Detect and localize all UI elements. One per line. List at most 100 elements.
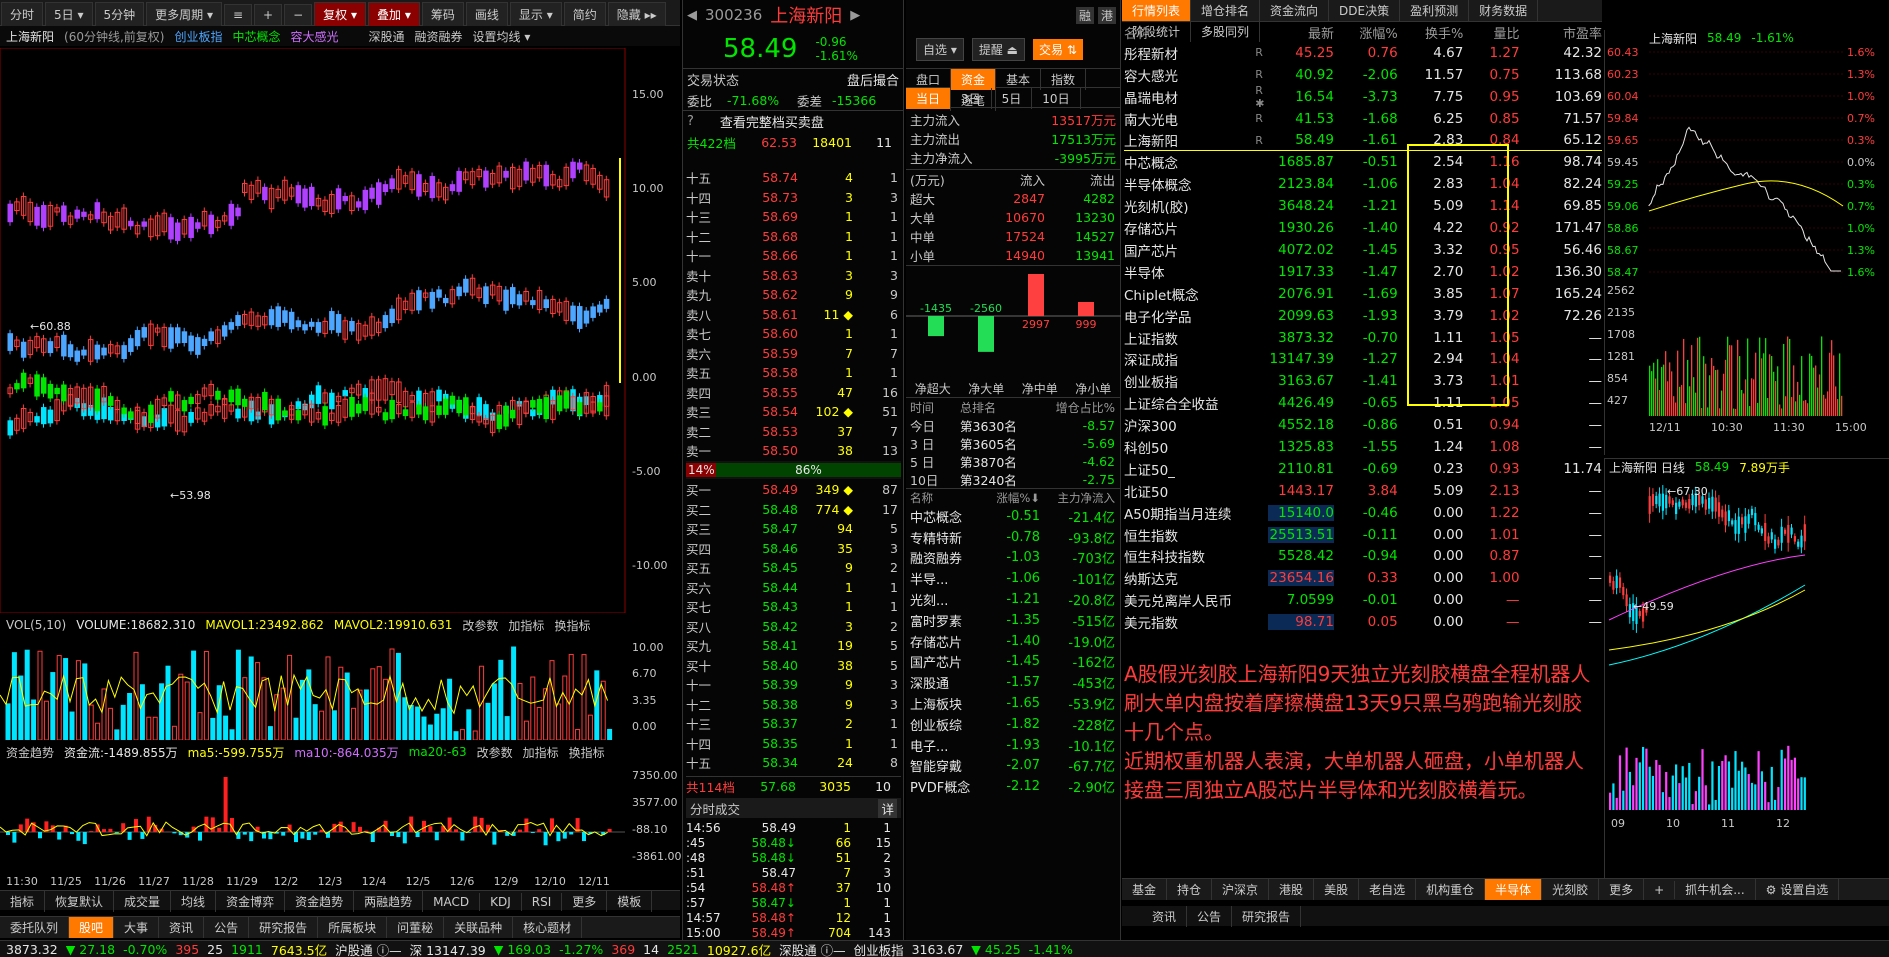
quote-tab-3[interactable]: DDE决策 — [1329, 0, 1401, 21]
sector-tab-4[interactable]: 美股 — [1314, 879, 1360, 900]
sector-row[interactable]: PVDF概念 -2.12 -2.90亿 — [910, 776, 1116, 797]
quote-row[interactable]: 光刻机(胶) 3648.24 -1.21 5.09 1.14 69.85 — [1124, 195, 1602, 217]
quote-row[interactable]: 上证综合全收益 4426.49 -0.65 1.11 1.05— — [1124, 392, 1602, 414]
sector-row[interactable]: 深股通 -1.57 -453亿 — [910, 672, 1116, 693]
quote-row[interactable]: 国产芯片 4072.02 -1.45 3.32 0.95 56.46 — [1124, 239, 1602, 261]
quote-row[interactable]: 创业板指 3163.67 -1.41 3.73 1.01— — [1124, 370, 1602, 392]
sector-row[interactable]: 电子... -1.93 -10.1亿 — [910, 735, 1116, 756]
sector-row[interactable]: 智能穿戴 -2.07 -67.7亿 — [910, 756, 1116, 777]
ask-row[interactable]: 十一 58.66 1 1 — [686, 246, 901, 266]
quote-row[interactable]: 北证50 1443.17 3.84 5.09 2.13 — — [1124, 480, 1602, 502]
ask-row[interactable]: 卖八 58.61 11 ◆ 6 — [686, 305, 901, 325]
sector-tab-5[interactable]: 老自选 — [1359, 879, 1417, 900]
indicator-tab-4[interactable]: 资金博弈 — [216, 891, 286, 912]
bid-row[interactable]: 买六 58.44 1 1 — [686, 578, 901, 598]
vol-change-indicator[interactable]: 换指标 — [554, 617, 590, 634]
sector-tab-0[interactable]: 基金 — [1122, 879, 1168, 900]
quote-row[interactable]: 美元指数 98.71 0.05 0.00 — — — [1124, 611, 1602, 633]
qh-turnover[interactable]: 换手% — [1398, 23, 1463, 42]
toolbar-item2-3[interactable]: 简约 — [563, 2, 606, 27]
toolbar-item-0[interactable]: 分时 — [1, 2, 44, 27]
day-tab-3[interactable]: 10日 — [1032, 88, 1081, 109]
bottom-tab-8[interactable]: 关联品种 — [444, 917, 514, 938]
ask-row[interactable]: 十三 58.69 1 1 — [686, 207, 901, 227]
toolbar-active-1[interactable]: 叠加 ▾ — [368, 2, 420, 27]
quote-row[interactable]: 科创50 1325.83 -1.55 1.24 1.08 — — [1124, 436, 1602, 458]
trade-button[interactable]: 交易 ⇅ — [1033, 38, 1083, 60]
sector-tab-6[interactable]: 机构重仓 — [1416, 879, 1486, 900]
right-bottom-tab-1[interactable]: 公告 — [1187, 906, 1233, 927]
quote-row[interactable]: 上证50_ 2110.81 -0.69 0.23 0.93 11.74 — [1124, 458, 1602, 480]
quote-row[interactable]: 中芯概念 1685.87 -0.51 2.54 1.16 98.74 — [1124, 151, 1602, 173]
indicator-tab-2[interactable]: 成交量 — [114, 891, 172, 912]
toolbar-item-2[interactable]: 5分钟 — [94, 2, 145, 27]
indicator-tab-3[interactable]: 均线 — [171, 891, 217, 912]
toolbar-item2-4[interactable]: 隐藏 ▸▸ — [607, 2, 666, 27]
indicator-tab-8[interactable]: KDJ — [480, 893, 522, 911]
quote-row[interactable]: 恒生科技指数 5528.42 -0.94 0.00 0.87 — — [1124, 545, 1602, 567]
bottom-tab-0[interactable]: 委托队列 — [0, 917, 70, 938]
sector-tab-2[interactable]: 沪深京 — [1212, 879, 1270, 900]
ask-row[interactable]: 卖二 58.53 37 7 — [686, 422, 901, 442]
bid-row[interactable]: 十一 58.39 9 3 — [686, 675, 901, 695]
bid-row[interactable]: 买二 58.48 774 ◆ 17 — [686, 500, 901, 520]
vol-add-indicator[interactable]: 加指标 — [508, 617, 544, 634]
qh-name[interactable]: 名称 — [1124, 23, 1255, 42]
bid-row[interactable]: 十四 58.35 1 1 — [686, 734, 901, 754]
sector-tab-9[interactable]: 更多 — [1599, 879, 1645, 900]
sector-row[interactable]: 融资融券 -1.03 -703亿 — [910, 548, 1116, 569]
sector-head[interactable]: 涨幅%⬇ — [980, 490, 1040, 506]
toolbar-item2-2[interactable]: 显示 ▾ — [509, 2, 562, 27]
ask-row[interactable]: 卖六 58.59 7 7 — [686, 344, 901, 364]
bottom-tab-9[interactable]: 核心题材 — [513, 917, 583, 938]
sector-tab-12[interactable]: ⚙ 设置自选 — [1756, 879, 1840, 900]
right-bottom-tab-0[interactable]: 资讯 — [1142, 906, 1188, 927]
ask-row[interactable]: 十二 58.68 1 1 — [686, 227, 901, 247]
fund-add-indicator[interactable]: 加指标 — [523, 744, 559, 761]
quote-row[interactable]: 恒生指数 25513.51 -0.11 0.00 1.01 — — [1124, 524, 1602, 546]
overlay-smic-concept[interactable]: 中芯概念 — [232, 28, 280, 45]
ask-row[interactable]: 卖十 58.63 3 3 — [686, 266, 901, 286]
right-bottom-tab-2[interactable]: 研究报告 — [1232, 906, 1302, 927]
quote-row[interactable]: 上海新阳 R 58.49 -1.61 2.83 0.84 65.12 — [1124, 130, 1602, 152]
quote-row[interactable]: 晶瑞电材 R ✱ 16.54 -3.73 7.75 0.95 103.69 — [1124, 84, 1602, 110]
toolbar-active-0[interactable]: 复权 ▾ — [314, 2, 367, 27]
quote-row[interactable]: 深证成指 13147.39 -1.27 2.94 1.04— — [1124, 348, 1602, 370]
sector-head[interactable]: 主力净流入 — [1040, 490, 1116, 506]
bottom-tab-3[interactable]: 资讯 — [159, 917, 205, 938]
prev-stock-icon[interactable]: ◀ — [687, 8, 697, 23]
next-stock-icon[interactable]: ▶ — [850, 8, 860, 23]
bid-row[interactable]: 买一 58.49 349 ◆ 87 — [686, 480, 901, 500]
bottom-tab-1[interactable]: 股吧 — [69, 917, 115, 938]
sector-row[interactable]: 半导... -1.06 -101亿 — [910, 568, 1116, 589]
sector-row[interactable]: 存储芯片 -1.40 -19.0亿 — [910, 631, 1116, 652]
sector-tab-8[interactable]: 光刻胶 — [1542, 879, 1600, 900]
indicator-tab-10[interactable]: 更多 — [562, 891, 608, 912]
fund-tab-0[interactable]: 盘口 — [906, 69, 952, 90]
link-sz-connect[interactable]: 深股通 — [369, 28, 405, 45]
bottom-tab-4[interactable]: 公告 — [204, 917, 250, 938]
ask-row[interactable]: 十四 58.73 3 3 — [686, 188, 901, 208]
quote-row[interactable]: 容大感光 R 40.92 -2.06 11.57 0.75 113.68 — [1124, 64, 1602, 86]
bid-row[interactable]: 买八 58.42 3 2 — [686, 617, 901, 637]
ask-row[interactable]: 卖一 58.50 38 13 — [686, 441, 901, 461]
indicator-tab-1[interactable]: 恢复默认 — [45, 891, 115, 912]
toolbar-icon-1[interactable]: + — [254, 4, 283, 26]
toolbar-item-1[interactable]: 5日 ▾ — [45, 2, 93, 27]
bid-row[interactable]: 买七 58.43 1 1 — [686, 597, 901, 617]
daily-mini-chart[interactable]: 上海新阳 日线 58.49 7.89万手 ←67.30 ←49.59 09 10 11 1… — [1604, 458, 1889, 878]
sector-row[interactable]: 富时罗素 -1.35 -515亿 — [910, 610, 1116, 631]
sector-row[interactable]: 专精特新 -0.78 -93.8亿 — [910, 527, 1116, 548]
day-tab-0[interactable]: 当日 — [906, 88, 952, 109]
quote-tab-2[interactable]: 资金流向 — [1260, 0, 1330, 21]
bottom-tab-6[interactable]: 所属板块 — [318, 917, 388, 938]
ask-row[interactable]: 卖四 58.55 47 16 — [686, 383, 901, 403]
sector-tab-3[interactable]: 港股 — [1269, 879, 1315, 900]
sector-tab-1[interactable]: 持仓 — [1167, 879, 1213, 900]
bid-row[interactable]: 买五 58.45 9 2 — [686, 558, 901, 578]
indicator-tab-6[interactable]: 两融趋势 — [354, 891, 424, 912]
quote-row[interactable]: 南大光电 R 41.53 -1.68 6.25 0.85 71.57 — [1124, 108, 1602, 130]
sector-tab-10[interactable]: + — [1644, 881, 1676, 899]
fund-tab-2[interactable]: 基本 — [996, 69, 1042, 90]
sector-tab-7[interactable]: 半导体 — [1485, 879, 1543, 900]
